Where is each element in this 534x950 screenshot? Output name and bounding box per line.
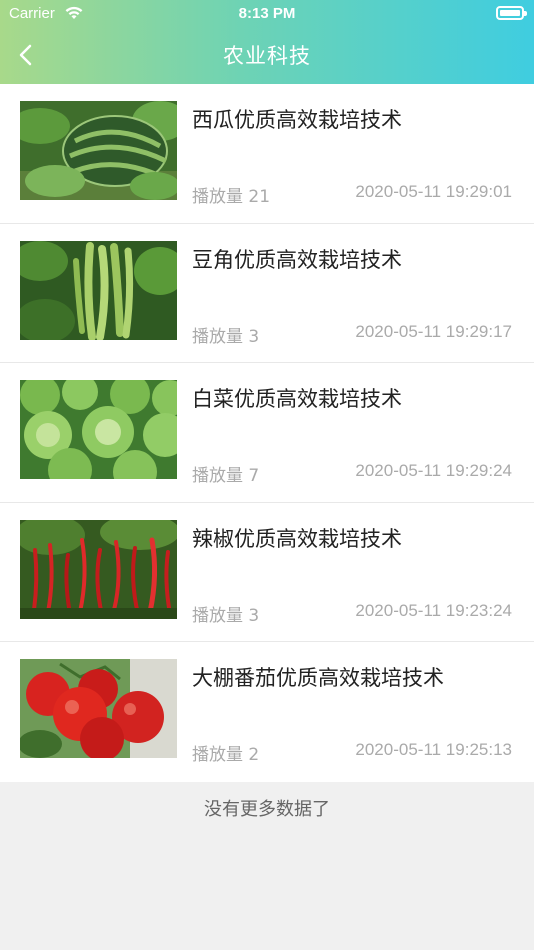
thumbnail-image: [20, 101, 177, 200]
thumbnail-image: [20, 380, 177, 479]
publish-time: 2020-05-11 19:29:01: [355, 182, 512, 201]
status-time: 8:13 PM: [238, 5, 296, 22]
list-item[interactable]: 大棚番茄优质高效栽培技术 播放量 2 2020-05-11 19:25:13: [0, 642, 534, 782]
list-item[interactable]: 西瓜优质高效栽培技术 播放量 21 2020-05-11 19:29:01: [0, 84, 534, 224]
play-count: 播放量 3: [192, 605, 260, 626]
page-title: 农业科技: [223, 44, 311, 68]
item-title: 大棚番茄优质高效栽培技术: [192, 666, 444, 690]
video-list: 西瓜优质高效栽培技术 播放量 21 2020-05-11 19:29:01 豆角…: [0, 84, 534, 782]
publish-time: 2020-05-11 19:29:24: [355, 461, 512, 480]
publish-time: 2020-05-11 19:25:13: [355, 740, 512, 759]
play-count: 播放量 7: [192, 466, 260, 486]
item-title: 白菜优质高效栽培技术: [192, 387, 402, 411]
thumbnail-image: [20, 519, 177, 619]
status-bar: Carrier 8:13 PM: [0, 0, 534, 30]
item-title: 辣椒优质高效栽培技术: [192, 526, 402, 551]
no-more-data-label: 没有更多数据了: [204, 799, 330, 820]
battery-icon: [496, 6, 527, 20]
list-item[interactable]: 辣椒优质高效栽培技术 播放量 3 2020-05-11 19:23:24: [0, 502, 534, 642]
thumbnail-image: [20, 240, 177, 340]
play-count: 播放量 2: [192, 745, 260, 765]
thumbnail-image: [20, 659, 177, 758]
play-count: 播放量 3: [192, 326, 260, 347]
publish-time: 2020-05-11 19:23:24: [355, 600, 512, 620]
item-title: 豆角优质高效栽培技术: [192, 247, 402, 272]
list-item[interactable]: 白菜优质高效栽培技术 播放量 7 2020-05-11 19:29:24: [0, 363, 534, 503]
play-count: 播放量 21: [192, 187, 271, 207]
item-title: 西瓜优质高效栽培技术: [192, 108, 402, 132]
nav-bar: Carrier 8:13 PM 农业科技: [0, 0, 534, 84]
publish-time: 2020-05-11 19:29:17: [355, 321, 512, 341]
list-item[interactable]: 豆角优质高效栽培技术 播放量 3 2020-05-11 19:29:17: [0, 223, 534, 363]
